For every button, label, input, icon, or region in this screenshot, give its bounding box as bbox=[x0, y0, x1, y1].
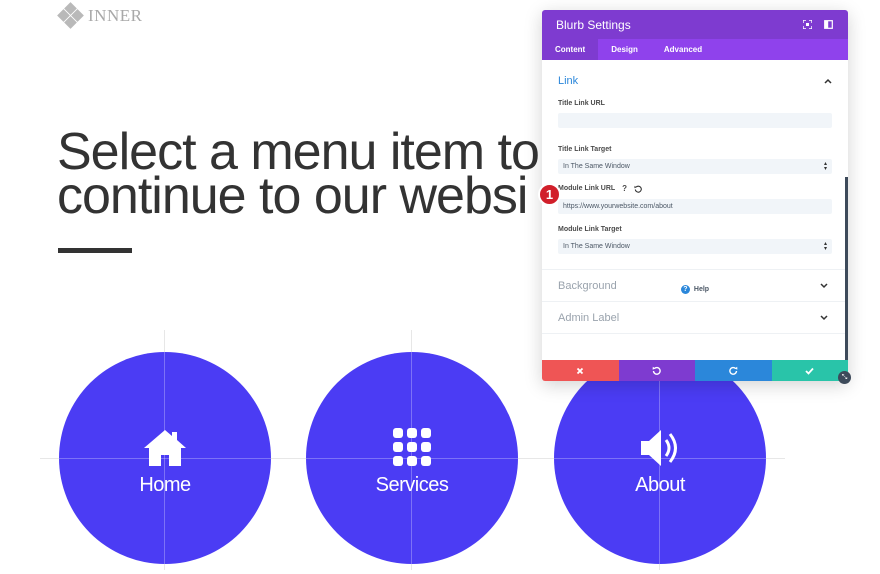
fullscreen-icon[interactable] bbox=[799, 17, 815, 33]
panel-title: Blurb Settings bbox=[556, 17, 631, 32]
cancel-button[interactable] bbox=[542, 360, 619, 381]
module-link-target-label: Module Link Target bbox=[558, 226, 622, 233]
panel-scrollbar[interactable] bbox=[845, 177, 848, 360]
help-question-icon[interactable]: ? bbox=[622, 184, 627, 193]
panel-body: Link Title Link URL Title Link Target In… bbox=[542, 60, 848, 360]
module-link-target-value: In The Same Window bbox=[563, 243, 630, 250]
title-link-url-label: Title Link URL bbox=[558, 100, 605, 107]
redo-button[interactable] bbox=[695, 360, 772, 381]
hero-divider bbox=[58, 248, 132, 253]
hero-title: Select a menu item to continue to our we… bbox=[57, 130, 577, 218]
logo-text: INNER bbox=[88, 6, 143, 25]
help-label: Help bbox=[693, 286, 710, 293]
blurb-about[interactable]: About bbox=[554, 352, 766, 564]
grid-icon bbox=[393, 428, 431, 466]
blurb-label-about: About bbox=[635, 474, 685, 496]
chevron-down-icon bbox=[820, 314, 828, 320]
admin-label-section-title: Admin Label bbox=[558, 311, 620, 324]
link-section: Link Title Link URL Title Link Target In… bbox=[542, 60, 848, 254]
blurb-settings-panel: Blurb Settings Content Design Advanced L… bbox=[542, 10, 848, 381]
title-link-target-label: Title Link Target bbox=[558, 146, 612, 153]
module-link-target-select[interactable]: In The Same Window ▴ ▾ bbox=[558, 239, 832, 254]
speaker-icon bbox=[641, 430, 677, 466]
panel-tabs: Content Design Advanced bbox=[542, 39, 848, 60]
title-link-url-input[interactable] bbox=[558, 113, 832, 128]
site-logo: INNER bbox=[57, 2, 143, 29]
chevron-up-icon bbox=[824, 78, 832, 84]
tab-content[interactable]: Content bbox=[542, 39, 599, 60]
panel-footer bbox=[542, 360, 848, 381]
blurb-label-services: Services bbox=[375, 474, 449, 496]
help-icon: ? bbox=[680, 285, 690, 294]
undo-button[interactable] bbox=[618, 360, 695, 381]
panel-header: Blurb Settings bbox=[542, 10, 848, 39]
split-view-icon[interactable] bbox=[820, 17, 836, 33]
redo-icon bbox=[728, 366, 738, 375]
blurb-home[interactable]: Home bbox=[59, 352, 271, 564]
tab-advanced[interactable]: Advanced bbox=[651, 39, 715, 60]
close-icon bbox=[577, 367, 584, 374]
title-link-target-select[interactable]: In The Same Window ▴ ▾ bbox=[558, 159, 832, 174]
undo-icon bbox=[652, 366, 662, 375]
step-badge: 1 bbox=[538, 183, 561, 206]
select-arrows-icon: ▴ ▾ bbox=[823, 240, 827, 252]
link-section-title: Link bbox=[558, 75, 579, 87]
tab-design[interactable]: Design bbox=[598, 39, 651, 60]
save-button[interactable] bbox=[771, 360, 848, 381]
blurb-services[interactable]: Services bbox=[306, 352, 518, 564]
link-section-header[interactable]: Link bbox=[558, 70, 832, 92]
module-link-url-input[interactable]: https://www.yourwebsite.com/about bbox=[558, 199, 832, 214]
help-link[interactable]: ? Help bbox=[542, 285, 848, 294]
home-icon bbox=[144, 430, 186, 466]
logo-mark-icon bbox=[57, 2, 84, 29]
blurb-label-home: Home bbox=[139, 474, 191, 496]
resize-handle-icon[interactable]: ⤡ bbox=[838, 371, 851, 384]
check-icon bbox=[805, 367, 814, 375]
hero-line-2: continue to our websi bbox=[57, 167, 528, 218]
title-link-target-value: In The Same Window bbox=[563, 163, 630, 170]
module-link-url-label: Module Link URL bbox=[558, 185, 616, 192]
reset-icon[interactable] bbox=[634, 185, 642, 193]
select-arrows-icon: ▴ ▾ bbox=[823, 160, 827, 172]
admin-label-section[interactable]: Admin Label bbox=[542, 301, 848, 333]
module-link-url-label-row: Module Link URL ? bbox=[558, 184, 832, 193]
